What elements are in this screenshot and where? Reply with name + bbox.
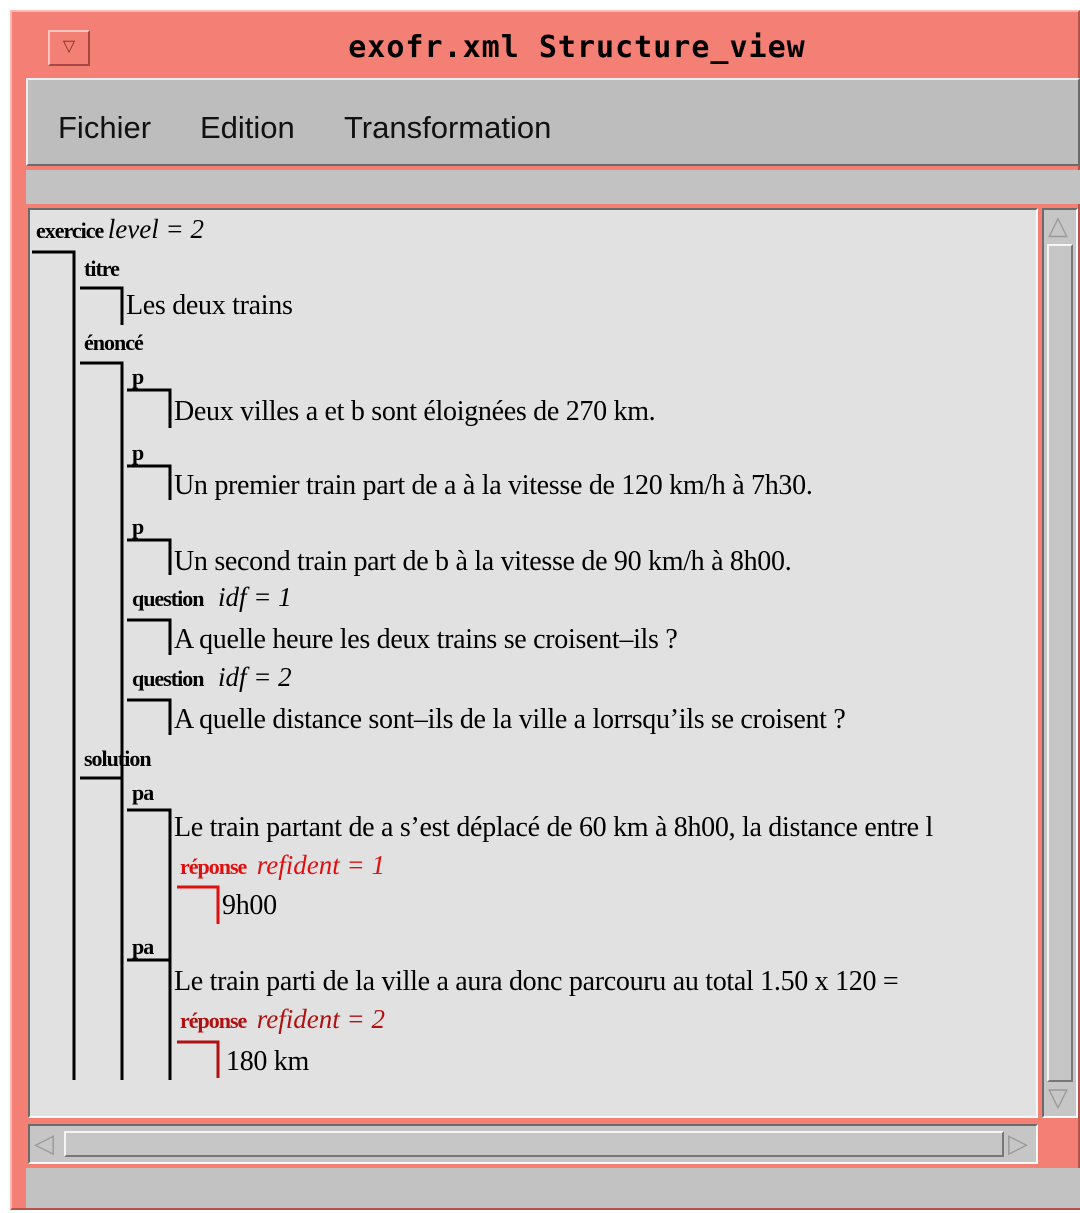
text-question[interactable]: A quelle distance sont–ils de la ville a… xyxy=(174,704,846,736)
menu-bar: Fichier Edition Transformation xyxy=(26,78,1080,166)
node-question[interactable]: question idf = 1 xyxy=(132,582,292,613)
attribute-label: level = 2 xyxy=(107,214,204,244)
attribute-label: refident = 2 xyxy=(256,1004,385,1034)
text-reponse[interactable]: 180 km xyxy=(226,1046,309,1078)
tag-label: exercice xyxy=(36,218,104,243)
toolbar-strip xyxy=(26,170,1080,204)
node-solution[interactable]: solution xyxy=(84,746,152,772)
structure-view-panel[interactable]: exercice level = 2 titre Les deux trains… xyxy=(28,208,1038,1118)
vertical-scrollbar[interactable]: △ ▽ xyxy=(1042,208,1078,1118)
scroll-down-arrow-icon[interactable]: ▽ xyxy=(1048,1084,1068,1110)
scroll-up-arrow-icon[interactable]: △ xyxy=(1048,212,1068,238)
text-question[interactable]: A quelle heure les deux trains se croise… xyxy=(174,624,678,656)
node-question[interactable]: question idf = 2 xyxy=(132,662,292,693)
scroll-left-arrow-icon[interactable]: ◁ xyxy=(34,1130,54,1156)
attribute-label: idf = 2 xyxy=(217,662,292,692)
text-p[interactable]: Deux villes a et b sont éloignées de 270… xyxy=(174,396,656,428)
horizontal-scroll-thumb[interactable] xyxy=(64,1131,1004,1157)
menu-transformation[interactable]: Transformation xyxy=(344,110,551,146)
window-title: exofr.xml Structure_view xyxy=(348,30,806,65)
menu-fichier[interactable]: Fichier xyxy=(58,110,151,146)
scroll-right-arrow-icon[interactable]: ▷ xyxy=(1008,1130,1028,1156)
text-p[interactable]: Un premier train part de a à la vitesse … xyxy=(174,470,813,502)
horizontal-scrollbar[interactable]: ◁ ▷ xyxy=(28,1124,1038,1164)
node-pa[interactable]: pa xyxy=(132,780,154,806)
tag-label: question xyxy=(132,666,204,691)
attribute-label: refident = 1 xyxy=(256,850,385,880)
node-p[interactable]: p xyxy=(132,364,144,390)
menu-edition[interactable]: Edition xyxy=(200,110,295,146)
tag-label: réponse xyxy=(180,854,247,879)
node-titre[interactable]: titre xyxy=(84,256,120,282)
node-exercice[interactable]: exercice level = 2 xyxy=(36,214,204,245)
text-titre[interactable]: Les deux trains xyxy=(126,290,293,322)
tag-label: réponse xyxy=(180,1008,247,1033)
node-enonce[interactable]: énoncé xyxy=(84,330,144,356)
node-pa[interactable]: pa xyxy=(132,934,154,960)
vertical-scroll-thumb[interactable] xyxy=(1047,244,1073,1082)
app-window: ▽ exofr.xml Structure_view Fichier Editi… xyxy=(10,10,1080,1210)
text-pa[interactable]: Le train partant de a s’est déplacé de 6… xyxy=(174,812,933,844)
node-p[interactable]: p xyxy=(132,514,144,540)
node-p[interactable]: p xyxy=(132,440,144,466)
status-strip xyxy=(26,1168,1080,1208)
node-reponse[interactable]: réponse refident = 1 xyxy=(180,850,385,881)
tag-label: question xyxy=(132,586,204,611)
attribute-label: idf = 1 xyxy=(217,582,292,612)
node-reponse[interactable]: réponse refident = 2 xyxy=(180,1004,385,1035)
text-pa[interactable]: Le train parti de la ville a aura donc p… xyxy=(174,966,899,998)
text-reponse[interactable]: 9h00 xyxy=(222,890,277,922)
text-p[interactable]: Un second train part de b à la vitesse d… xyxy=(174,546,792,578)
